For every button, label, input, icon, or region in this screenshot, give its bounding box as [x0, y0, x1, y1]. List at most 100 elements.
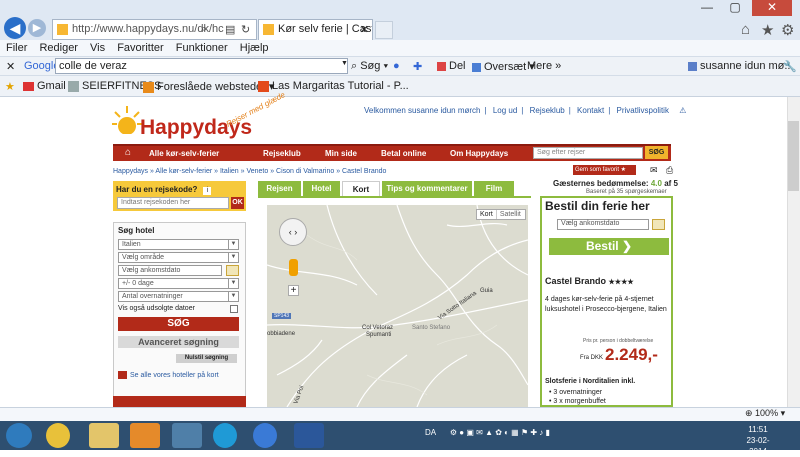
scrollbar-thumb[interactable] [788, 121, 799, 191]
warning-icon: ⚠ [679, 106, 687, 115]
chrome-taskbar-icon[interactable] [46, 423, 70, 448]
puzzle-icon[interactable]: ✚ [413, 60, 422, 73]
nav-pay-online[interactable]: Betal online [381, 149, 426, 158]
lync-taskbar-icon[interactable] [172, 423, 202, 448]
google-dropdown-icon[interactable]: ▼ [341, 60, 348, 67]
guest-rating: Gæsternes bedømmelse: 4.0 af 5 [553, 179, 678, 188]
privacy-link[interactable]: Privatlivspolitik [617, 106, 669, 115]
sun-logo-icon [112, 106, 142, 134]
contact-link[interactable]: Kontakt [577, 106, 604, 115]
breadcrumb[interactable]: Happydays » Alle kør-selv-ferier » Itali… [113, 168, 386, 175]
media-player-taskbar-icon[interactable] [130, 423, 160, 448]
site-search-placeholder: Søg efter rejser [537, 149, 586, 156]
flex-days-select[interactable]: +/- 0 dage ▼ [118, 278, 239, 289]
close-window-button[interactable]: ✕ [752, 0, 792, 16]
start-button[interactable] [6, 423, 32, 448]
favorite-suggested-sites[interactable]: Foreslåede websteder ▾ [143, 80, 274, 93]
menu-item-help[interactable]: Hjælp [240, 42, 269, 54]
google-search-input[interactable]: colle de veraz [55, 58, 348, 74]
show-sold-out-checkbox[interactable] [230, 305, 238, 313]
nav-self-drive[interactable]: Alle kør-selv-ferier [149, 149, 219, 158]
home-nav-icon[interactable]: ⌂ [125, 147, 131, 158]
map-pan-control[interactable]: ‹ › [279, 218, 307, 246]
rating-of: af 5 [664, 179, 678, 188]
arrival-date-input[interactable]: Vælg ankomstdato [118, 265, 222, 276]
close-tab-icon[interactable]: ✕ [360, 23, 369, 36]
reset-search-button[interactable]: Nulstil søgning [176, 354, 237, 363]
nights-select[interactable]: Antal overnatninger ▼ [118, 291, 239, 302]
maximize-button[interactable]: ▢ [722, 0, 748, 16]
favorites-bar: ★ Gmail SEIERFITNESS Foreslåede webstede… [0, 76, 800, 97]
logout-link[interactable]: Log ud [493, 106, 517, 115]
explorer-taskbar-icon[interactable] [89, 423, 119, 448]
globe-icon[interactable]: ● [393, 60, 400, 72]
tab-tips-comments[interactable]: Tips og kommentarer [382, 181, 472, 196]
map-label-valdobbiadene: obbiadene [267, 331, 296, 337]
address-bar[interactable]: http://www.happydays.nu/dk/hc ⌕ ▤ ↻ [52, 19, 257, 40]
forward-button[interactable]: ▶ [28, 19, 46, 37]
print-icon[interactable]: ⎙ [666, 165, 673, 176]
compat-view-icon[interactable]: ▤ [225, 23, 235, 36]
nav-my-page[interactable]: Min side [325, 149, 357, 158]
map-zoom-in-button[interactable]: + [288, 285, 299, 296]
google-search-button[interactable]: ⌕ Søg ▾ [351, 60, 388, 73]
advanced-search-button[interactable]: Avanceret søgning [118, 336, 239, 348]
map-type-map-button[interactable]: Kort [477, 210, 496, 219]
settings-gear-icon[interactable]: ⚙ [781, 21, 794, 39]
taskbar-clock[interactable]: 11:51 23-02-2014 [738, 424, 778, 457]
word-taskbar-icon[interactable] [294, 423, 324, 448]
menu-item-file[interactable]: Filer [6, 42, 27, 54]
booking-date-input[interactable]: Vælg ankomstdato [557, 219, 649, 230]
area-select[interactable]: Vælg område ▼ [118, 252, 239, 263]
street-view-pegman-icon[interactable] [289, 259, 298, 276]
more-button[interactable]: Mere » [527, 60, 561, 72]
internet-explorer-taskbar-icon[interactable] [253, 423, 277, 448]
travel-code-ok-button[interactable]: OK [231, 197, 244, 209]
wrench-icon[interactable]: 🔧 [783, 60, 797, 73]
tray-icons[interactable]: ⚙ ● ▣ ✉ ▲ ✿ ◐ ▦ ⚑ ✚ ♪ ▮ [450, 428, 550, 437]
hotel-search-button[interactable]: SØG [118, 317, 239, 331]
search-icon[interactable]: ⌕ [201, 23, 207, 36]
tab-film[interactable]: Film [474, 181, 514, 196]
travel-code-input[interactable]: Indtast rejsekoden her [117, 197, 229, 209]
menu-item-tools[interactable]: Funktioner [176, 42, 228, 54]
refresh-icon[interactable]: ↻ [241, 23, 250, 36]
favorite-gmail[interactable]: Gmail [23, 80, 66, 92]
map-type-satellite-button[interactable]: Satellit [495, 210, 524, 219]
tab-hotel[interactable]: Hotel [303, 181, 340, 196]
zoom-level[interactable]: ⊕ 100% ▾ [745, 408, 785, 419]
language-indicator[interactable]: DA [425, 428, 436, 437]
calendar-icon[interactable] [652, 219, 665, 230]
welcome-link[interactable]: Velkommen susanne idun mørch [364, 106, 481, 115]
minimize-button[interactable]: — [694, 0, 720, 16]
all-hotels-map-link[interactable]: Se alle vores hoteller på kort [118, 371, 219, 379]
mail-icon[interactable]: ✉ [650, 165, 658, 176]
site-search-input[interactable]: Søg efter rejser [533, 147, 643, 159]
menu-item-favorites[interactable]: Favoritter [117, 42, 163, 54]
home-icon[interactable]: ⌂ [741, 21, 750, 38]
site-search-button[interactable]: SØG [645, 146, 668, 159]
toolbar-close-icon[interactable]: ✕ [6, 60, 15, 73]
back-button[interactable]: ◀ [4, 17, 26, 39]
menu-item-edit[interactable]: Rediger [39, 42, 78, 54]
favorites-star-icon[interactable]: ★ [5, 80, 15, 93]
calendar-icon[interactable] [226, 265, 239, 276]
travel-club-link[interactable]: Rejseklub [530, 106, 565, 115]
new-tab-button[interactable] [375, 21, 393, 39]
map-label-santo-stefano: Santo Stefano [412, 325, 451, 331]
status-bar [0, 407, 800, 421]
tab-journey[interactable]: Rejsen [258, 181, 301, 196]
country-select[interactable]: Italien ▼ [118, 239, 239, 250]
share-button[interactable]: Del [437, 60, 466, 72]
nav-travel-club[interactable]: Rejseklub [263, 149, 301, 158]
book-button[interactable]: Bestil ❯ [549, 238, 669, 255]
nav-about[interactable]: Om Happydays [450, 149, 508, 158]
skype-taskbar-icon[interactable] [213, 423, 237, 448]
browser-tab-active[interactable]: Kør selv ferie | Caste... ✕ [258, 19, 373, 40]
tab-map[interactable]: Kort [342, 181, 380, 196]
menu-item-view[interactable]: Vis [90, 42, 105, 54]
user-account[interactable]: susanne idun mø... [688, 60, 794, 72]
save-favorite-button[interactable]: Gem som favorit ★ [573, 165, 636, 175]
favorites-star-icon[interactable]: ★ [761, 21, 774, 39]
translate-button[interactable]: Oversæt ▾ [472, 60, 535, 73]
